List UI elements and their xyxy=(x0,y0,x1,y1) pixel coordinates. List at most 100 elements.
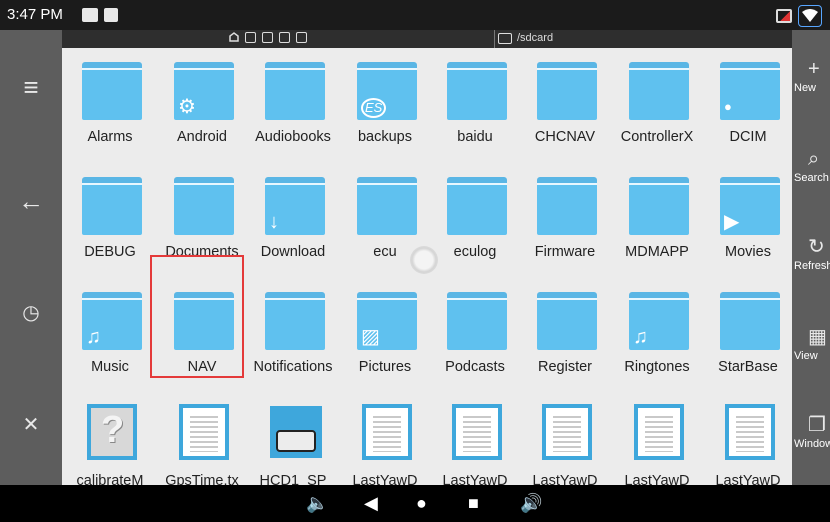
folder-icon xyxy=(447,292,507,350)
close-icon[interactable]: ✕ xyxy=(0,412,62,437)
tab-icon[interactable] xyxy=(279,32,290,43)
folder-badge-icon: ● xyxy=(724,99,732,114)
file-name: NAV xyxy=(187,359,217,375)
file-name: Ringtones xyxy=(624,359,690,375)
text-file-icon xyxy=(362,404,412,460)
breadcrumb[interactable]: /sdcard xyxy=(498,32,553,44)
folder-item[interactable]: Firmware xyxy=(520,163,610,283)
folder-icon: ES xyxy=(357,62,417,120)
window-tabs[interactable] xyxy=(229,32,307,43)
folder-item[interactable]: DEBUG xyxy=(65,163,155,283)
file-name: MDMAPP xyxy=(625,244,689,260)
tab-icon[interactable] xyxy=(262,32,273,43)
folder-icon: ▶ xyxy=(720,177,780,235)
folder-item[interactable]: ES backups xyxy=(340,48,430,168)
file-name: Android xyxy=(177,129,227,145)
file-name: Movies xyxy=(725,244,771,260)
folder-badge-icon: ▶ xyxy=(724,211,740,233)
search-button[interactable]: ⌕ Search xyxy=(792,148,830,184)
folder-icon xyxy=(447,62,507,120)
folder-icon: ♫ xyxy=(629,292,689,350)
folder-item[interactable]: ● DCIM xyxy=(703,48,792,168)
volume-up-icon[interactable]: 🔊 xyxy=(520,493,542,514)
touch-indicator xyxy=(410,246,438,274)
file-item[interactable]: LastYawD xyxy=(340,392,430,485)
status-bar: 3:47 PM xyxy=(0,0,830,30)
folder-item[interactable]: ↓ Download xyxy=(248,163,338,283)
folder-item[interactable]: MDMAPP xyxy=(612,163,702,283)
view-button[interactable]: ▦ View xyxy=(792,326,830,362)
folder-icon xyxy=(537,62,597,120)
file-name: HCD1_SP xyxy=(259,473,327,485)
folder-item[interactable]: Audiobooks xyxy=(248,48,338,168)
folder-item[interactable]: Documents xyxy=(157,163,247,283)
folder-badge-icon: ⚙ xyxy=(178,96,196,118)
folder-item[interactable]: NAV xyxy=(157,278,247,398)
wifi-icon xyxy=(798,5,822,27)
tab-icon[interactable] xyxy=(296,32,307,43)
file-item[interactable]: LastYawD xyxy=(430,392,520,485)
file-name: GpsTime.tx xyxy=(165,473,239,485)
recents-icon[interactable]: ■ xyxy=(468,493,479,514)
folder-item[interactable]: Podcasts xyxy=(430,278,520,398)
folder-icon xyxy=(82,177,142,235)
menu-icon[interactable]: ≡ xyxy=(0,72,62,103)
folder-badge-icon: ↓ xyxy=(269,211,279,233)
history-icon[interactable]: ◷ xyxy=(0,300,62,325)
folder-icon: ● xyxy=(720,62,780,120)
file-name: Audiobooks xyxy=(255,129,331,145)
refresh-button[interactable]: ↻ Refresh xyxy=(792,236,830,272)
text-file-icon xyxy=(725,404,775,460)
file-item[interactable]: LastYawD xyxy=(520,392,610,485)
folder-item[interactable]: ⚙ Android xyxy=(157,48,247,168)
book-icon xyxy=(270,406,322,458)
folder-badge-icon: ▨ xyxy=(361,326,380,348)
rail-label: Window xyxy=(794,438,830,450)
folder-icon xyxy=(357,177,417,235)
tab-icon[interactable] xyxy=(245,32,256,43)
folder-item[interactable]: StarBase xyxy=(703,278,792,398)
folder-item[interactable]: ControllerX xyxy=(612,48,702,168)
folder-icon xyxy=(265,292,325,350)
file-name: calibrateM xyxy=(76,473,144,485)
file-item[interactable]: HCD1_SP xyxy=(248,392,338,485)
file-name: CHCNAV xyxy=(534,129,596,145)
folder-badge-icon: ♫ xyxy=(633,326,648,348)
file-grid: Alarms ⚙ Android Audiobooks ES backups baidu CH… xyxy=(62,48,792,485)
text-file-icon xyxy=(634,404,684,460)
file-item[interactable]: LastYawD xyxy=(703,392,792,485)
file-item[interactable]: LastYawD xyxy=(612,392,702,485)
new-button[interactable]: + New xyxy=(792,58,830,94)
grid-view-icon: ▦ xyxy=(808,326,827,348)
window-button[interactable]: ❐ Window xyxy=(792,414,830,450)
file-item[interactable]: ? calibrateM xyxy=(65,392,155,485)
home-icon[interactable]: ● xyxy=(416,493,427,514)
file-name: Podcasts xyxy=(445,359,505,375)
volume-down-icon[interactable]: 🔈 xyxy=(306,493,328,514)
folder-item[interactable]: ♫ Ringtones xyxy=(612,278,702,398)
folder-icon xyxy=(265,62,325,120)
unknown-file-icon: ? xyxy=(87,404,137,460)
folder-item[interactable]: CHCNAV xyxy=(520,48,610,168)
file-name: DEBUG xyxy=(84,244,136,260)
home-tab-icon[interactable] xyxy=(229,32,239,42)
text-file-icon xyxy=(542,404,592,460)
folder-item[interactable]: Register xyxy=(520,278,610,398)
folder-item[interactable]: Alarms xyxy=(65,48,155,168)
folder-item[interactable]: ♫ Music xyxy=(65,278,155,398)
rail-label: Refresh xyxy=(794,260,830,272)
folder-item[interactable]: Notifications xyxy=(248,278,338,398)
rail-label: New xyxy=(794,82,817,94)
back-arrow-icon[interactable]: ← xyxy=(0,186,62,217)
window-icon: ❐ xyxy=(808,414,826,436)
file-name: DCIM xyxy=(729,129,767,145)
folder-item[interactable]: ▶ Movies xyxy=(703,163,792,283)
folder-item[interactable]: ▨ Pictures xyxy=(340,278,430,398)
file-name: Notifications xyxy=(253,359,333,375)
file-name: Documents xyxy=(165,244,239,260)
folder-item[interactable]: eculog xyxy=(430,163,520,283)
file-item[interactable]: GpsTime.tx xyxy=(157,392,247,485)
folder-item[interactable]: baidu xyxy=(430,48,520,168)
back-icon[interactable]: ◀ xyxy=(364,493,378,514)
right-rail: + New ⌕ Search ↻ Refresh ▦ View ❐ Window xyxy=(792,30,830,485)
